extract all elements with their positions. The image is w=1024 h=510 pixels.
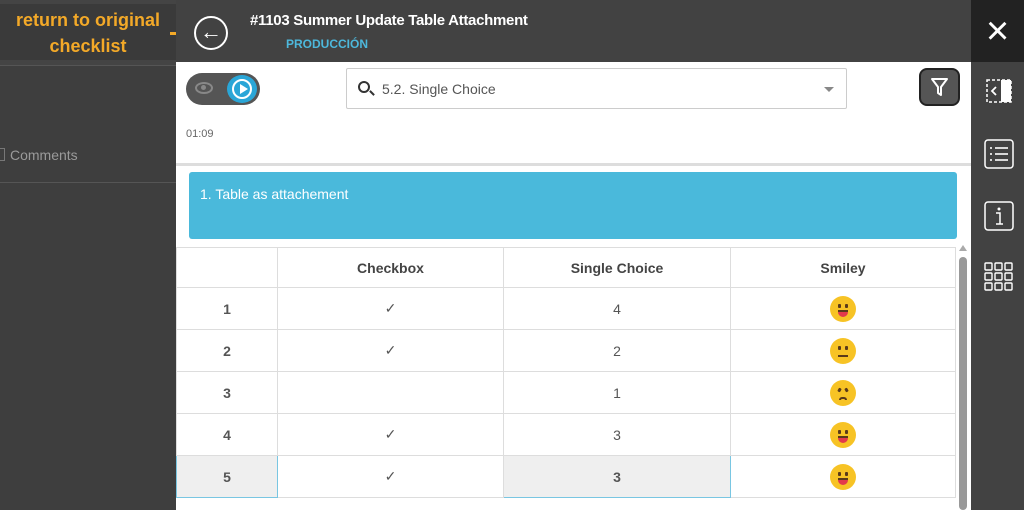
table-row: 2 ✓ 2 bbox=[176, 329, 956, 372]
attachment-table: Checkbox Single Choice Smiley 1 ✓ 4 2 ✓ 2 3 1 4 ✓… bbox=[176, 247, 956, 498]
scrollbar[interactable] bbox=[957, 245, 969, 510]
row-number: 2 bbox=[176, 329, 278, 372]
close-icon[interactable]: × bbox=[971, 0, 1024, 62]
checkbox-cell[interactable]: ✓ bbox=[277, 329, 504, 372]
left-panel: Comments bbox=[0, 0, 176, 510]
smiley-cell[interactable] bbox=[730, 455, 956, 498]
checkbox-cell[interactable] bbox=[277, 371, 504, 414]
checkbox-cell[interactable]: ✓ bbox=[277, 413, 504, 456]
list-icon[interactable] bbox=[984, 139, 1014, 169]
chevron-down-icon[interactable] bbox=[824, 87, 834, 92]
collapse-panel-icon[interactable] bbox=[984, 76, 1014, 106]
timer: 01:09 bbox=[186, 128, 214, 140]
question-label: 1. Table as attachement bbox=[200, 186, 349, 202]
single-choice-cell[interactable]: 3 bbox=[503, 413, 731, 456]
smiley-happy-icon bbox=[830, 295, 856, 322]
smiley-happy-icon bbox=[830, 463, 856, 490]
row-number: 1 bbox=[176, 287, 278, 330]
page-subtitle: PRODUCCIÓN bbox=[286, 37, 369, 51]
scroll-up-icon[interactable] bbox=[959, 245, 967, 251]
filter-button[interactable] bbox=[919, 68, 960, 106]
table-row: 5 ✓ 3 bbox=[176, 455, 956, 498]
row-number: 3 bbox=[176, 371, 278, 414]
scroll-thumb[interactable] bbox=[959, 257, 967, 510]
header: ← #1103 Summer Update Table Attachment P… bbox=[176, 0, 971, 62]
eye-icon[interactable] bbox=[195, 82, 213, 94]
page-title: #1103 Summer Update Table Attachment bbox=[250, 12, 528, 29]
table-header-smiley: Smiley bbox=[730, 247, 956, 288]
comments-item[interactable]: Comments bbox=[0, 133, 176, 183]
main-content: 01:09 5.2. Single Choice 1. Table as att… bbox=[176, 62, 971, 510]
single-choice-cell[interactable]: 4 bbox=[503, 287, 731, 330]
back-arrow-icon[interactable]: ← bbox=[194, 16, 228, 50]
single-choice-cell[interactable]: 3 bbox=[503, 455, 731, 498]
grid-icon[interactable] bbox=[984, 262, 1014, 292]
checkbox-cell[interactable]: ✓ bbox=[277, 455, 504, 498]
comments-checkbox[interactable] bbox=[0, 148, 5, 161]
question-bar[interactable]: 1. Table as attachement bbox=[189, 172, 957, 239]
table-row: 1 ✓ 4 bbox=[176, 287, 956, 330]
smiley-cell[interactable] bbox=[730, 413, 956, 456]
question-search-select[interactable]: 5.2. Single Choice bbox=[346, 68, 847, 109]
play-icon[interactable] bbox=[227, 75, 257, 103]
row-number: 5 bbox=[176, 455, 278, 498]
table-row: 4 ✓ 3 bbox=[176, 413, 956, 456]
search-icon bbox=[358, 81, 370, 93]
table-header-index bbox=[176, 247, 278, 288]
annotation-callout: return to original checklist bbox=[0, 4, 176, 60]
divider bbox=[176, 163, 971, 166]
table-row: 31 bbox=[176, 371, 956, 414]
annotation-line1: return to original bbox=[16, 10, 160, 30]
table-header-checkbox: Checkbox bbox=[277, 247, 504, 288]
search-value: 5.2. Single Choice bbox=[382, 81, 496, 97]
single-choice-cell[interactable]: 2 bbox=[503, 329, 731, 372]
comments-label: Comments bbox=[10, 147, 78, 163]
smiley-cell[interactable] bbox=[730, 329, 956, 372]
smiley-cell[interactable] bbox=[730, 287, 956, 330]
smiley-happy-icon bbox=[830, 421, 856, 448]
smiley-cell[interactable] bbox=[730, 371, 956, 414]
annotation-line2: checklist bbox=[49, 36, 127, 56]
info-icon[interactable] bbox=[984, 201, 1014, 231]
table-header-single-choice: Single Choice bbox=[503, 247, 731, 288]
view-toggle[interactable] bbox=[186, 73, 260, 105]
smiley-neutral-icon bbox=[830, 337, 856, 364]
smiley-angry-icon bbox=[830, 379, 856, 406]
right-sidebar bbox=[971, 62, 1024, 510]
single-choice-cell[interactable]: 1 bbox=[503, 371, 731, 414]
filter-icon bbox=[931, 78, 948, 96]
table-header-row: Checkbox Single Choice Smiley bbox=[176, 247, 956, 288]
checkbox-cell[interactable]: ✓ bbox=[277, 287, 504, 330]
row-number: 4 bbox=[176, 413, 278, 456]
